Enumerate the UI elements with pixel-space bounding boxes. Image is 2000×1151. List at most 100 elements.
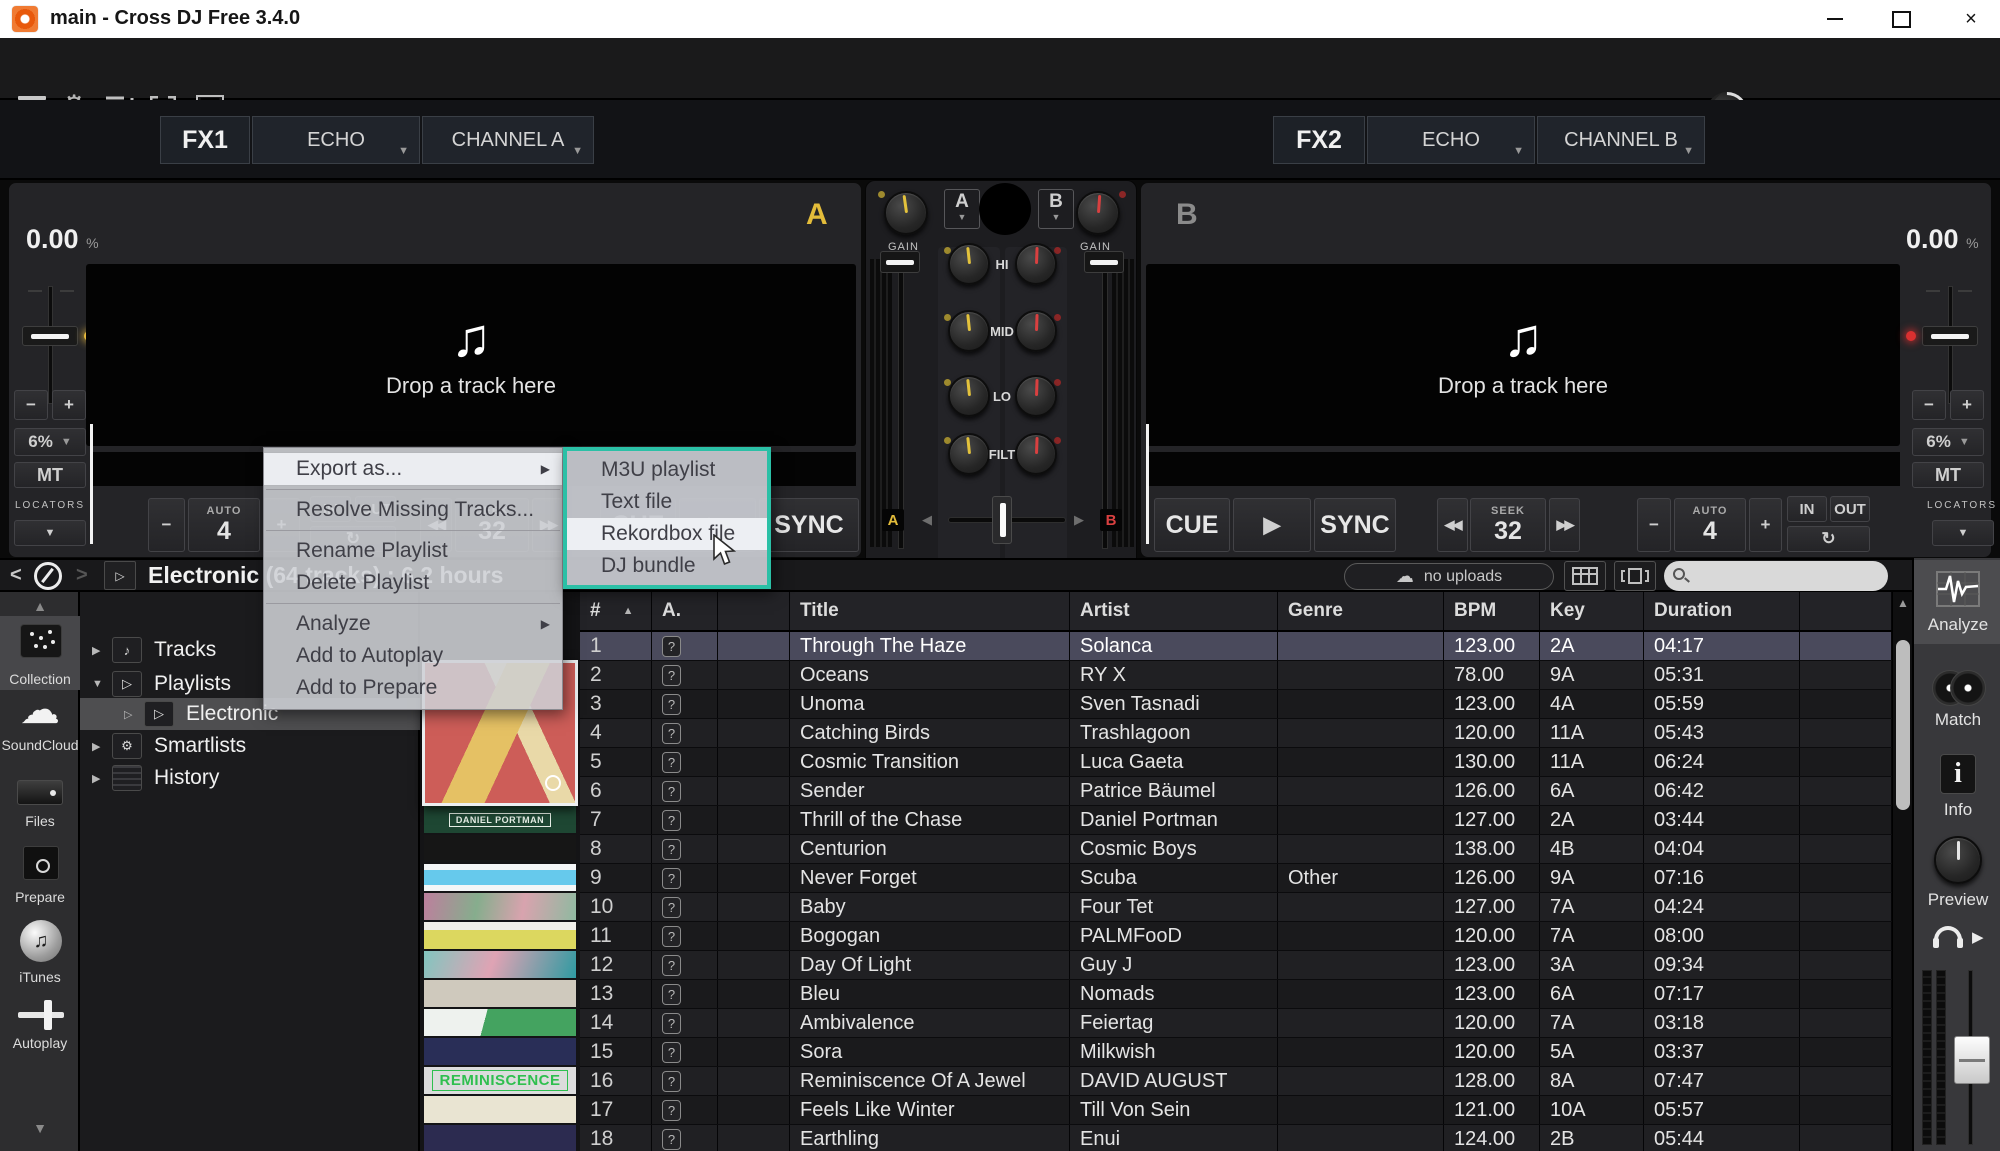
scroll-up-icon[interactable]: ▲ [1893,596,1913,610]
deck-b-auto-minus-button[interactable]: − [1637,498,1671,552]
sort-asc-icon[interactable]: ▲ [623,605,634,617]
deck-b-pitch-minus-button[interactable]: − [1912,390,1946,420]
gain-b-knob[interactable] [1076,191,1120,235]
table-row[interactable]: 11?BogoganPALMFooD120.007A08:00 [580,922,1892,951]
uploads-status[interactable]: ☁no uploads [1344,563,1554,590]
menu-item[interactable]: Add to Autoplay [264,640,562,672]
deck-b-seek-forward-button[interactable]: ▶▶ [1549,498,1580,552]
deck-a-master-tempo-button[interactable]: MT [14,462,86,488]
browse-compass-icon[interactable] [34,562,62,590]
fx1-channel-select[interactable]: CHANNEL A▼ [422,116,594,164]
table-row[interactable]: 14?AmbivalenceFeiertag120.007A03:18 [580,1009,1892,1038]
search-input[interactable] [1664,561,1888,591]
menu-item[interactable]: Analyze▶ [264,608,562,640]
cue-fader-handle[interactable] [1954,1036,1990,1084]
tree-item-history[interactable]: ▶ History [80,762,420,794]
volume-fader-a-handle[interactable] [880,251,920,273]
header-analysis[interactable]: A. [652,592,718,630]
volume-fader-a-track[interactable] [898,257,904,549]
table-row[interactable]: 16?Reminiscence Of A JewelDAVID AUGUST12… [580,1067,1892,1096]
fx2-channel-select[interactable]: CHANNEL B▼ [1537,116,1705,164]
preview-headphone-group[interactable]: ▶ [1914,924,2000,958]
deck-b-overview-strip[interactable] [1146,452,1900,486]
close-button[interactable]: × [1948,0,1994,38]
table-row[interactable]: 7?Thrill of the ChaseDaniel Portman127.0… [580,806,1892,835]
volume-fader-b-track[interactable] [1102,257,1108,549]
grid-view-toggle[interactable] [1564,561,1606,591]
header-bpm[interactable]: BPM [1444,592,1540,630]
deck-b-sync-button[interactable]: SYNC [1314,498,1396,552]
analyze-button[interactable]: Analyze [1914,560,2000,644]
deck-b-locators-dropdown[interactable]: ▼ [1932,520,1994,546]
deck-b-cue-button[interactable]: CUE [1154,498,1230,552]
preview-knob[interactable] [1934,836,1982,884]
menu-item[interactable]: Rename Playlist [264,535,562,567]
table-row[interactable]: 4?Catching BirdsTrashlagoon120.0011A05:4… [580,719,1892,748]
deck-a-auto-loop-button[interactable]: AUTO4 [188,498,260,552]
expander-icon[interactable]: ▶ [92,644,106,657]
deck-b-loop-in-button[interactable]: IN [1787,496,1827,522]
expander-icon[interactable]: ▶ [92,772,106,785]
sidebar-scroll-down-icon[interactable]: ▼ [0,1120,80,1136]
crossfader-left-arrow-icon[interactable]: ◀ [922,512,932,528]
deck-b-play-button[interactable]: ▶ [1233,498,1311,552]
nav-back-icon[interactable]: < [10,564,22,587]
sidebar-item-itunes[interactable]: ♫ iTunes [0,918,80,988]
header-artist[interactable]: Artist [1070,592,1278,630]
sidebar-item-files[interactable]: Files [0,770,80,832]
tree-item-smartlists[interactable]: ▶ ⚙ Smartlists [80,730,420,762]
header-key[interactable]: Key [1540,592,1644,630]
deck-a-pitch-plus-button[interactable]: + [52,390,86,420]
table-row[interactable]: 1?Through The HazeSolanca123.002A04:17 [580,632,1892,661]
submenu-item[interactable]: Text file [567,486,767,518]
table-row[interactable]: 13?BleuNomads123.006A07:17 [580,980,1892,1009]
deck-b-auto-loop-button[interactable]: AUTO4 [1674,498,1746,552]
table-row[interactable]: 10?BabyFour Tet127.007A04:24 [580,893,1892,922]
table-row[interactable]: 2?OceansRY X78.009A05:31 [580,661,1892,690]
table-row[interactable]: 5?Cosmic TransitionLuca Gaeta130.0011A06… [580,748,1892,777]
deck-a-auto-minus-button[interactable]: − [148,498,185,552]
volume-fader-b-handle[interactable] [1084,251,1124,273]
deck-a-sync-button[interactable]: SYNC [759,498,859,552]
table-row[interactable]: 15?SoraMilkwish120.005A03:37 [580,1038,1892,1067]
deck-b-pitch-range-select[interactable]: 6%▼ [1912,428,1984,456]
header-genre[interactable]: Genre [1278,592,1444,630]
deck-a-drop-zone[interactable]: ♫ Drop a track here [86,264,856,446]
nav-forward-icon[interactable]: > [76,564,88,587]
fx1-effect-select[interactable]: ECHO▼ [252,116,420,164]
sidebar-item-soundcloud[interactable]: ☁ SoundCloud [0,692,80,756]
table-row[interactable]: 6?SenderPatrice Bäumel126.006A06:42 [580,777,1892,806]
menu-item[interactable]: Delete Playlist [264,567,562,599]
deck-b-master-tempo-button[interactable]: MT [1912,462,1984,488]
crossfader-right-arrow-icon[interactable]: ▶ [1074,512,1084,528]
deck-a-pitch-handle[interactable] [22,326,78,346]
fx2-effect-select[interactable]: ECHO▼ [1367,116,1535,164]
menu-item[interactable]: Export as...▶ [264,453,562,485]
mixer-channel-a-select[interactable]: A▼ [944,189,980,229]
expander-icon[interactable]: ▼ [92,678,106,690]
table-scrollbar[interactable]: ▲ [1892,592,1912,1151]
submenu-item[interactable]: M3U playlist [567,454,767,486]
table-row[interactable]: 8?CenturionCosmic Boys138.004B04:04 [580,835,1892,864]
sidebar-item-collection[interactable]: Collection [0,616,80,690]
table-row[interactable]: 17?Feels Like WinterTill Von Sein121.001… [580,1096,1892,1125]
match-button[interactable]: Match [1914,666,2000,746]
expander-icon[interactable]: ▷ [124,708,138,721]
deck-view-toggle[interactable] [1614,561,1656,591]
header-number[interactable]: #▲ [580,592,652,630]
preview-play-icon[interactable]: ▶ [1972,928,1984,946]
header-title[interactable]: Title [790,592,1070,630]
info-button[interactable]: i Info [1914,754,2000,828]
sidebar-scroll-up-icon[interactable]: ▲ [0,598,80,614]
table-row[interactable]: 18?EarthlingEnui124.002B05:44 [580,1125,1892,1151]
menu-item[interactable]: Add to Prepare [264,672,562,704]
header-duration[interactable]: Duration [1644,592,1800,630]
minimize-button[interactable] [1812,0,1858,38]
deck-a-pitch-range-select[interactable]: 6%▼ [14,428,86,456]
gain-a-knob[interactable] [884,191,928,235]
deck-b-loop-icon-button[interactable]: ↻ [1787,526,1870,552]
deck-b-loop-out-button[interactable]: OUT [1830,496,1870,522]
scrollbar-thumb[interactable] [1896,640,1910,810]
maximize-button[interactable] [1878,0,1924,38]
crossfader-handle[interactable] [992,496,1012,544]
